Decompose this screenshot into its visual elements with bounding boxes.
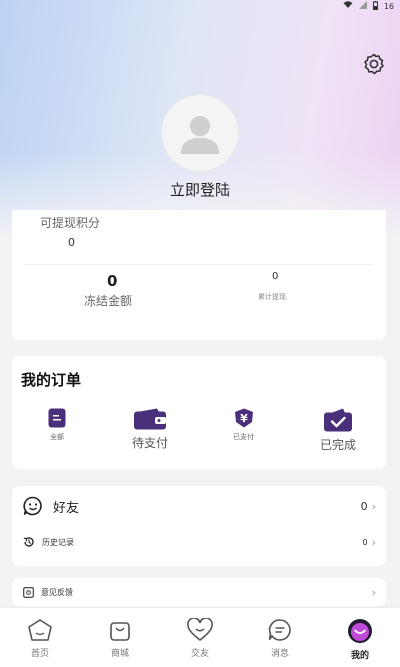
check-folder-icon: [324, 408, 352, 432]
login-link[interactable]: 立即登陆: [0, 179, 400, 200]
status-bar: 16: [343, 0, 394, 12]
chevron-right-icon: ›: [371, 499, 376, 513]
order-completed-label: 已完成: [320, 438, 357, 452]
accumulated-withdrawal-label: 累计提现: [258, 293, 286, 301]
tab-shop[interactable]: 商城: [85, 618, 155, 659]
list-icon: [48, 408, 66, 428]
withdrawable-points-value: 0: [68, 236, 75, 249]
feedback-icon: [23, 586, 34, 598]
order-paid-button[interactable]: ¥ 已支付: [233, 408, 254, 442]
history-count-group: 0 ›: [363, 536, 377, 549]
battery-icon: [372, 0, 378, 12]
tab-me-label: 我的: [350, 651, 369, 661]
history-count: 0: [362, 537, 368, 547]
order-pending-payment-button[interactable]: 待支付: [132, 408, 168, 451]
tab-home[interactable]: 首页: [5, 618, 75, 659]
friends-count-group: 0 ›: [361, 500, 376, 513]
heart-icon: [187, 618, 213, 642]
order-pending-payment-label: 待支付: [132, 436, 169, 450]
tab-dating[interactable]: 交友: [165, 618, 235, 659]
withdrawable-points-label: 可提现积分: [40, 216, 101, 230]
feedback-card: 意见反馈 ›: [12, 578, 386, 606]
gear-icon: [364, 53, 384, 75]
smiley-icon: [348, 619, 372, 643]
history-label: 历史记录: [42, 537, 74, 547]
order-completed-button[interactable]: 已完成: [320, 408, 356, 453]
order-paid-label: 已支付: [233, 433, 254, 441]
shopping-bag-icon: [110, 622, 130, 641]
divider: [24, 264, 374, 265]
tab-dating-label: 交友: [190, 649, 209, 659]
tab-home-label: 首页: [30, 649, 49, 659]
user-placeholder-icon: [181, 116, 219, 154]
yen-shield-icon: ¥: [234, 408, 253, 428]
frozen-amount-value: 0: [107, 272, 118, 290]
wallet-icon: [134, 408, 166, 430]
chevron-right-icon: ›: [371, 585, 376, 599]
friends-row[interactable]: 好友 0 ›: [12, 491, 386, 521]
home-icon: [28, 619, 52, 641]
friends-label: 好友: [53, 500, 80, 516]
friends-count: 0: [360, 499, 368, 513]
orders-card: 我的订单 全部 待支付 ¥ 已支付 已完成: [12, 356, 386, 469]
order-all-button[interactable]: 全部: [48, 408, 66, 442]
signal-icon: [358, 1, 367, 11]
frozen-amount-label: 冻结金额: [84, 294, 133, 308]
tab-messages-label: 消息: [270, 649, 289, 659]
bottom-tab-bar: 首页 商城 交友 消息 我的: [0, 607, 400, 667]
points-card: 可提现积分 0 0 冻结金额 0 累计提现: [12, 210, 386, 340]
svg-text:¥: ¥: [240, 412, 248, 425]
feedback-label: 意见反馈: [41, 587, 73, 597]
tab-shop-label: 商城: [110, 649, 129, 659]
chevron-right-icon: ›: [371, 535, 376, 549]
accumulated-withdrawal-value: 0: [272, 271, 279, 282]
battery-level: 16: [383, 1, 394, 11]
history-icon: [23, 537, 34, 547]
feedback-row[interactable]: 意见反馈 ›: [12, 584, 386, 600]
tab-messages[interactable]: 消息: [245, 618, 315, 659]
tab-me[interactable]: 我的: [325, 618, 395, 661]
orders-title: 我的订单: [21, 371, 82, 389]
smile-chat-icon: [23, 496, 42, 516]
message-icon: [268, 619, 291, 641]
wifi-icon: [343, 1, 353, 11]
history-row[interactable]: 历史记录 0 ›: [12, 530, 386, 554]
settings-button[interactable]: [362, 52, 386, 76]
avatar[interactable]: [161, 94, 239, 172]
order-all-label: 全部: [50, 433, 64, 441]
feedback-chevron-group: ›: [372, 586, 376, 599]
menu-list-card: 好友 0 › 历史记录 0 ›: [12, 486, 386, 566]
